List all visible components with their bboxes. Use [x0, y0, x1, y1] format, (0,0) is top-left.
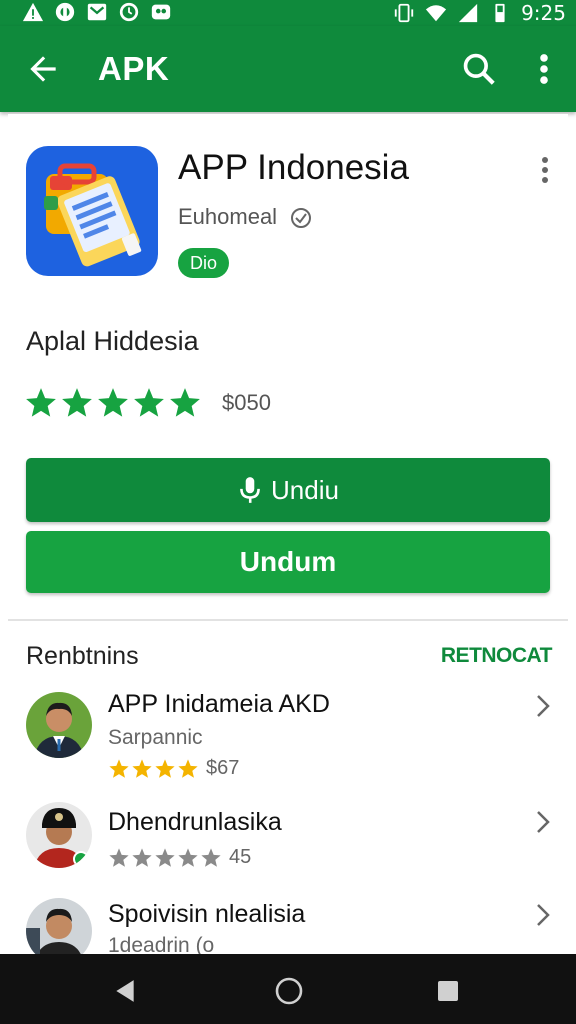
warning-icon — [22, 2, 44, 22]
list-item-title: Dhendrunlasika — [108, 808, 282, 836]
microphone-icon — [240, 477, 260, 503]
list-item[interactable]: Dhendrunlasika 45 — [0, 794, 576, 894]
star-icon — [155, 758, 175, 778]
app-name: APP Indonesia — [178, 148, 409, 187]
chevron-right-icon — [537, 904, 550, 926]
avatar — [26, 802, 92, 868]
star-icon — [178, 847, 198, 867]
star-icon — [170, 388, 200, 417]
status-time: 9:25 — [521, 1, 566, 25]
signal-icon — [458, 3, 478, 23]
star-icon — [132, 847, 152, 867]
list-item-value: $67 — [206, 757, 240, 779]
mail-icon — [87, 3, 107, 21]
star-icon — [132, 758, 152, 778]
list-item-rating: $67 — [108, 757, 239, 780]
star-icon — [201, 847, 221, 867]
install-button-label: Undiu — [271, 474, 339, 505]
star-icon — [134, 388, 164, 417]
developer-name[interactable]: Euhomeal — [178, 204, 315, 230]
star-icon — [98, 388, 128, 417]
search-icon[interactable] — [460, 50, 498, 88]
star-icon — [109, 758, 129, 778]
list-item[interactable]: APP Inidameia AKD Sarpannic $67 — [0, 682, 576, 782]
chevron-right-icon — [537, 811, 550, 833]
status-bar: 9:25 — [0, 0, 576, 26]
chevron-right-icon — [537, 695, 550, 717]
list-item-title: APP Inidameia AKD — [108, 690, 330, 718]
list-item[interactable]: Spoivisin nlealisia 1deadrin (o — [0, 890, 576, 954]
app-price: $050 — [222, 390, 271, 415]
battery-icon — [495, 3, 505, 23]
avatar — [26, 692, 92, 758]
star-icon — [155, 847, 175, 867]
list-item-subtitle: 1deadrin (o — [108, 934, 215, 954]
nav-back-icon[interactable] — [112, 978, 138, 1004]
secondary-button[interactable]: Undum — [26, 531, 550, 593]
section-divider — [8, 619, 568, 621]
section-more-link[interactable]: REТNOCAT — [441, 644, 553, 668]
rating-row: $050 — [24, 386, 271, 420]
app-bar: APK — [0, 26, 576, 112]
avatar — [26, 898, 92, 954]
install-button[interactable]: Undiu — [26, 458, 550, 522]
list-item-stars — [108, 758, 200, 780]
sync-icon — [55, 2, 75, 22]
app-icon[interactable] — [26, 146, 158, 276]
list-item-value: 45 — [229, 846, 252, 868]
section-title: Renbtnins — [26, 642, 139, 670]
wifi-icon — [425, 5, 447, 22]
more-vert-icon[interactable] — [530, 50, 558, 88]
star-icon — [109, 847, 129, 867]
back-arrow-icon[interactable] — [24, 50, 62, 88]
clock-icon — [119, 2, 139, 22]
rating-stars — [24, 386, 204, 420]
category-badge: Dio — [178, 248, 230, 278]
star-icon — [26, 388, 56, 417]
briefcase-document-icon — [44, 163, 142, 267]
card-more-icon[interactable] — [536, 155, 554, 185]
verified-badge-icon — [291, 208, 312, 229]
page-title: APK — [98, 50, 170, 87]
nav-recents-icon[interactable] — [436, 979, 460, 1003]
developer-label: Euhomeal — [178, 204, 278, 229]
vibrate-icon — [394, 3, 414, 23]
star-icon — [178, 758, 198, 778]
star-icon — [62, 388, 92, 417]
list-item-title: Spoivisin nlealisia — [108, 900, 306, 928]
list-item-subtitle: Sarpannic — [108, 726, 203, 749]
app-subtitle: Aplal Hiddesia — [26, 326, 199, 356]
photo-icon — [151, 4, 171, 20]
list-item-stars — [108, 847, 223, 869]
system-nav-bar — [0, 954, 576, 1024]
secondary-button-label: Undum — [239, 546, 337, 577]
list-item-rating: 45 — [108, 846, 251, 869]
nav-home-icon[interactable] — [274, 976, 304, 1006]
